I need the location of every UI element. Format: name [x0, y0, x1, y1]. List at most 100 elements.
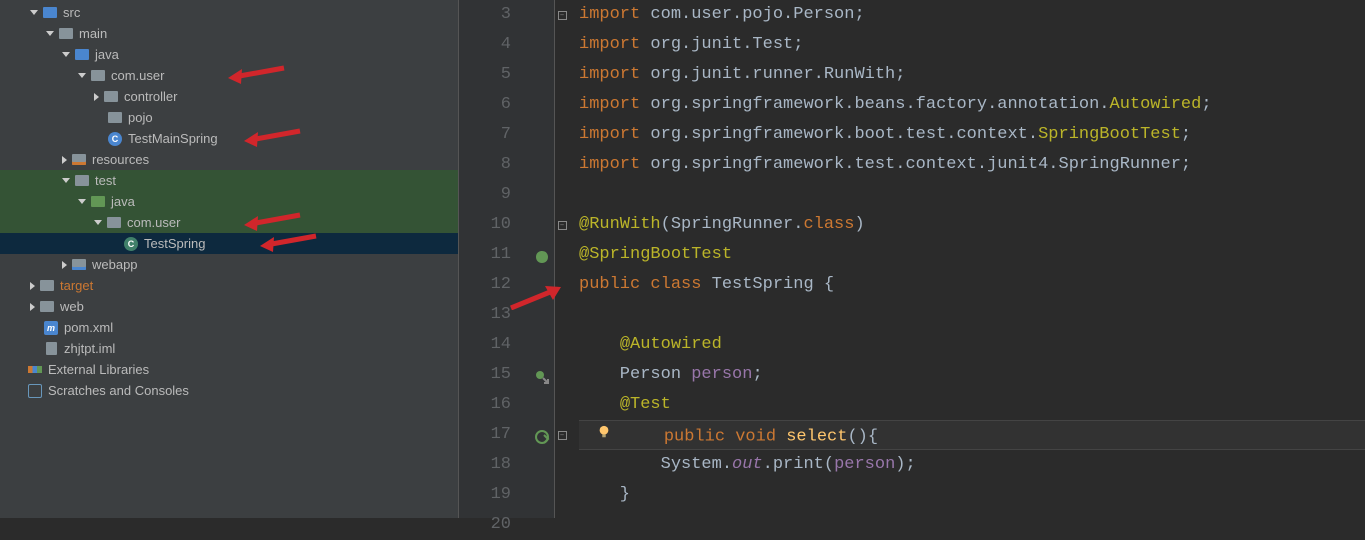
tree-item-scratches-and-consoles[interactable]: Scratches and Consoles — [0, 380, 458, 401]
folder-icon — [39, 278, 55, 294]
code-line[interactable] — [579, 510, 1365, 540]
tree-item-label: pom.xml — [64, 320, 113, 335]
tree-expand-icon[interactable] — [30, 10, 38, 15]
tree-item-label: controller — [124, 89, 177, 104]
tree-expand-icon[interactable] — [94, 220, 102, 225]
tree-item-test[interactable]: test — [0, 170, 458, 191]
tree-item-java[interactable]: java — [0, 44, 458, 65]
line-number: 6 — [459, 90, 511, 120]
line-number: 9 — [459, 180, 511, 210]
line-number: 15 — [459, 360, 511, 390]
fold-column[interactable]: – – – — [555, 0, 569, 518]
tree-collapse-icon[interactable] — [62, 261, 67, 269]
code-line[interactable]: } — [579, 480, 1365, 510]
line-number: 7 — [459, 120, 511, 150]
tree-arrow-spacer — [30, 323, 39, 332]
code-line[interactable]: @SpringBootTest — [579, 240, 1365, 270]
tree-item-external-libraries[interactable]: External Libraries — [0, 359, 458, 380]
folder-web-icon — [71, 257, 87, 273]
tree-item-pom-xml[interactable]: m pom.xml — [0, 317, 458, 338]
tree-item-label: External Libraries — [48, 362, 149, 377]
folder-icon — [74, 173, 90, 189]
folder-icon — [107, 110, 123, 126]
tree-item-target[interactable]: target — [0, 275, 458, 296]
tree-expand-icon[interactable] — [62, 178, 70, 183]
code-line[interactable] — [579, 180, 1365, 210]
code-line[interactable]: Person person; — [579, 360, 1365, 390]
code-line[interactable]: import com.user.pojo.Person; — [579, 0, 1365, 30]
override-marker-icon[interactable] — [534, 367, 550, 383]
code-line[interactable]: @RunWith(SpringRunner.class) — [579, 210, 1365, 240]
file-icon — [43, 341, 59, 357]
tree-item-label: target — [60, 278, 93, 293]
tree-collapse-icon[interactable] — [30, 282, 35, 290]
annotation-arrow-icon — [226, 64, 286, 86]
code-line[interactable]: import org.springframework.test.context.… — [579, 150, 1365, 180]
m-icon: m — [43, 320, 59, 336]
project-tree[interactable]: srcmainjavacom.usercontrollerpojoCTestMa… — [0, 0, 459, 518]
tree-item-label: main — [79, 26, 107, 41]
code-line[interactable] — [579, 300, 1365, 330]
line-number: 16 — [459, 390, 511, 420]
tree-item-testmainspring[interactable]: CTestMainSpring — [0, 128, 458, 149]
folder-icon — [106, 215, 122, 231]
tree-item-label: java — [95, 47, 119, 62]
code-line[interactable]: import org.junit.Test; — [579, 30, 1365, 60]
tree-item-label: zhjtpt.iml — [64, 341, 115, 356]
tree-item-java[interactable]: java — [0, 191, 458, 212]
code-line[interactable]: System.out.print(person); — [579, 450, 1365, 480]
folder-res-icon — [71, 152, 87, 168]
tree-item-com-user[interactable]: com.user — [0, 212, 458, 233]
tree-item-label: pojo — [128, 110, 153, 125]
code-line[interactable]: public class TestSpring { — [579, 270, 1365, 300]
tree-item-pojo[interactable]: pojo — [0, 107, 458, 128]
tree-item-label: web — [60, 299, 84, 314]
code-line[interactable]: public void select(){ — [579, 420, 1365, 450]
tree-item-src[interactable]: src — [0, 2, 458, 23]
code-editor[interactable]: 34567891011121314151617181920 ! ––– impo… — [459, 0, 1365, 518]
tree-item-label: java — [111, 194, 135, 209]
tree-expand-icon[interactable] — [78, 199, 86, 204]
tree-item-label: com.user — [127, 215, 180, 230]
tree-collapse-icon[interactable] — [30, 303, 35, 311]
tree-expand-icon[interactable] — [46, 31, 54, 36]
tree-expand-icon[interactable] — [78, 73, 86, 78]
code-line[interactable]: import org.junit.runner.RunWith; — [579, 60, 1365, 90]
line-number: 3 — [459, 0, 511, 30]
tree-item-resources[interactable]: resources — [0, 149, 458, 170]
code-area[interactable]: import com.user.pojo.Person;import org.j… — [569, 0, 1365, 518]
tree-item-com-user[interactable]: com.user — [0, 65, 458, 86]
tree-expand-icon[interactable] — [62, 52, 70, 57]
gutter-marker-column[interactable]: ! — [529, 0, 555, 518]
leaf-marker-icon[interactable] — [534, 247, 550, 263]
code-line[interactable]: @Test — [579, 390, 1365, 420]
tree-collapse-icon[interactable] — [94, 93, 99, 101]
tree-item-label: TestMainSpring — [128, 131, 218, 146]
intention-bulb-icon[interactable] — [597, 421, 617, 451]
fold-toggle-icon[interactable]: – — [558, 221, 567, 230]
tree-item-label: TestSpring — [144, 236, 205, 251]
tree-item-web[interactable]: web — [0, 296, 458, 317]
tree-arrow-spacer — [94, 113, 103, 122]
tree-item-main[interactable]: main — [0, 23, 458, 44]
code-line[interactable]: import org.springframework.beans.factory… — [579, 90, 1365, 120]
line-number: 12 — [459, 270, 511, 300]
tree-item-label: resources — [92, 152, 149, 167]
tree-item-controller[interactable]: controller — [0, 86, 458, 107]
tree-collapse-icon[interactable] — [62, 156, 67, 164]
nav-marker-icon[interactable] — [534, 427, 550, 443]
scratch-icon — [27, 383, 43, 399]
tree-item-testspring[interactable]: C TestSpring — [0, 233, 458, 254]
folder-icon — [58, 26, 74, 42]
line-number: 11 — [459, 240, 511, 270]
fold-toggle-icon[interactable]: – — [558, 431, 567, 440]
tree-item-zhjtpt-iml[interactable]: zhjtpt.iml — [0, 338, 458, 359]
lib-icon — [27, 362, 43, 378]
folder-icon — [90, 68, 106, 84]
code-line[interactable]: @Autowired — [579, 330, 1365, 360]
annotation-arrow-icon — [258, 232, 318, 254]
code-line[interactable]: import org.springframework.boot.test.con… — [579, 120, 1365, 150]
class-sel-icon: C — [123, 236, 139, 252]
fold-toggle-icon[interactable]: – — [558, 11, 567, 20]
tree-item-webapp[interactable]: webapp — [0, 254, 458, 275]
